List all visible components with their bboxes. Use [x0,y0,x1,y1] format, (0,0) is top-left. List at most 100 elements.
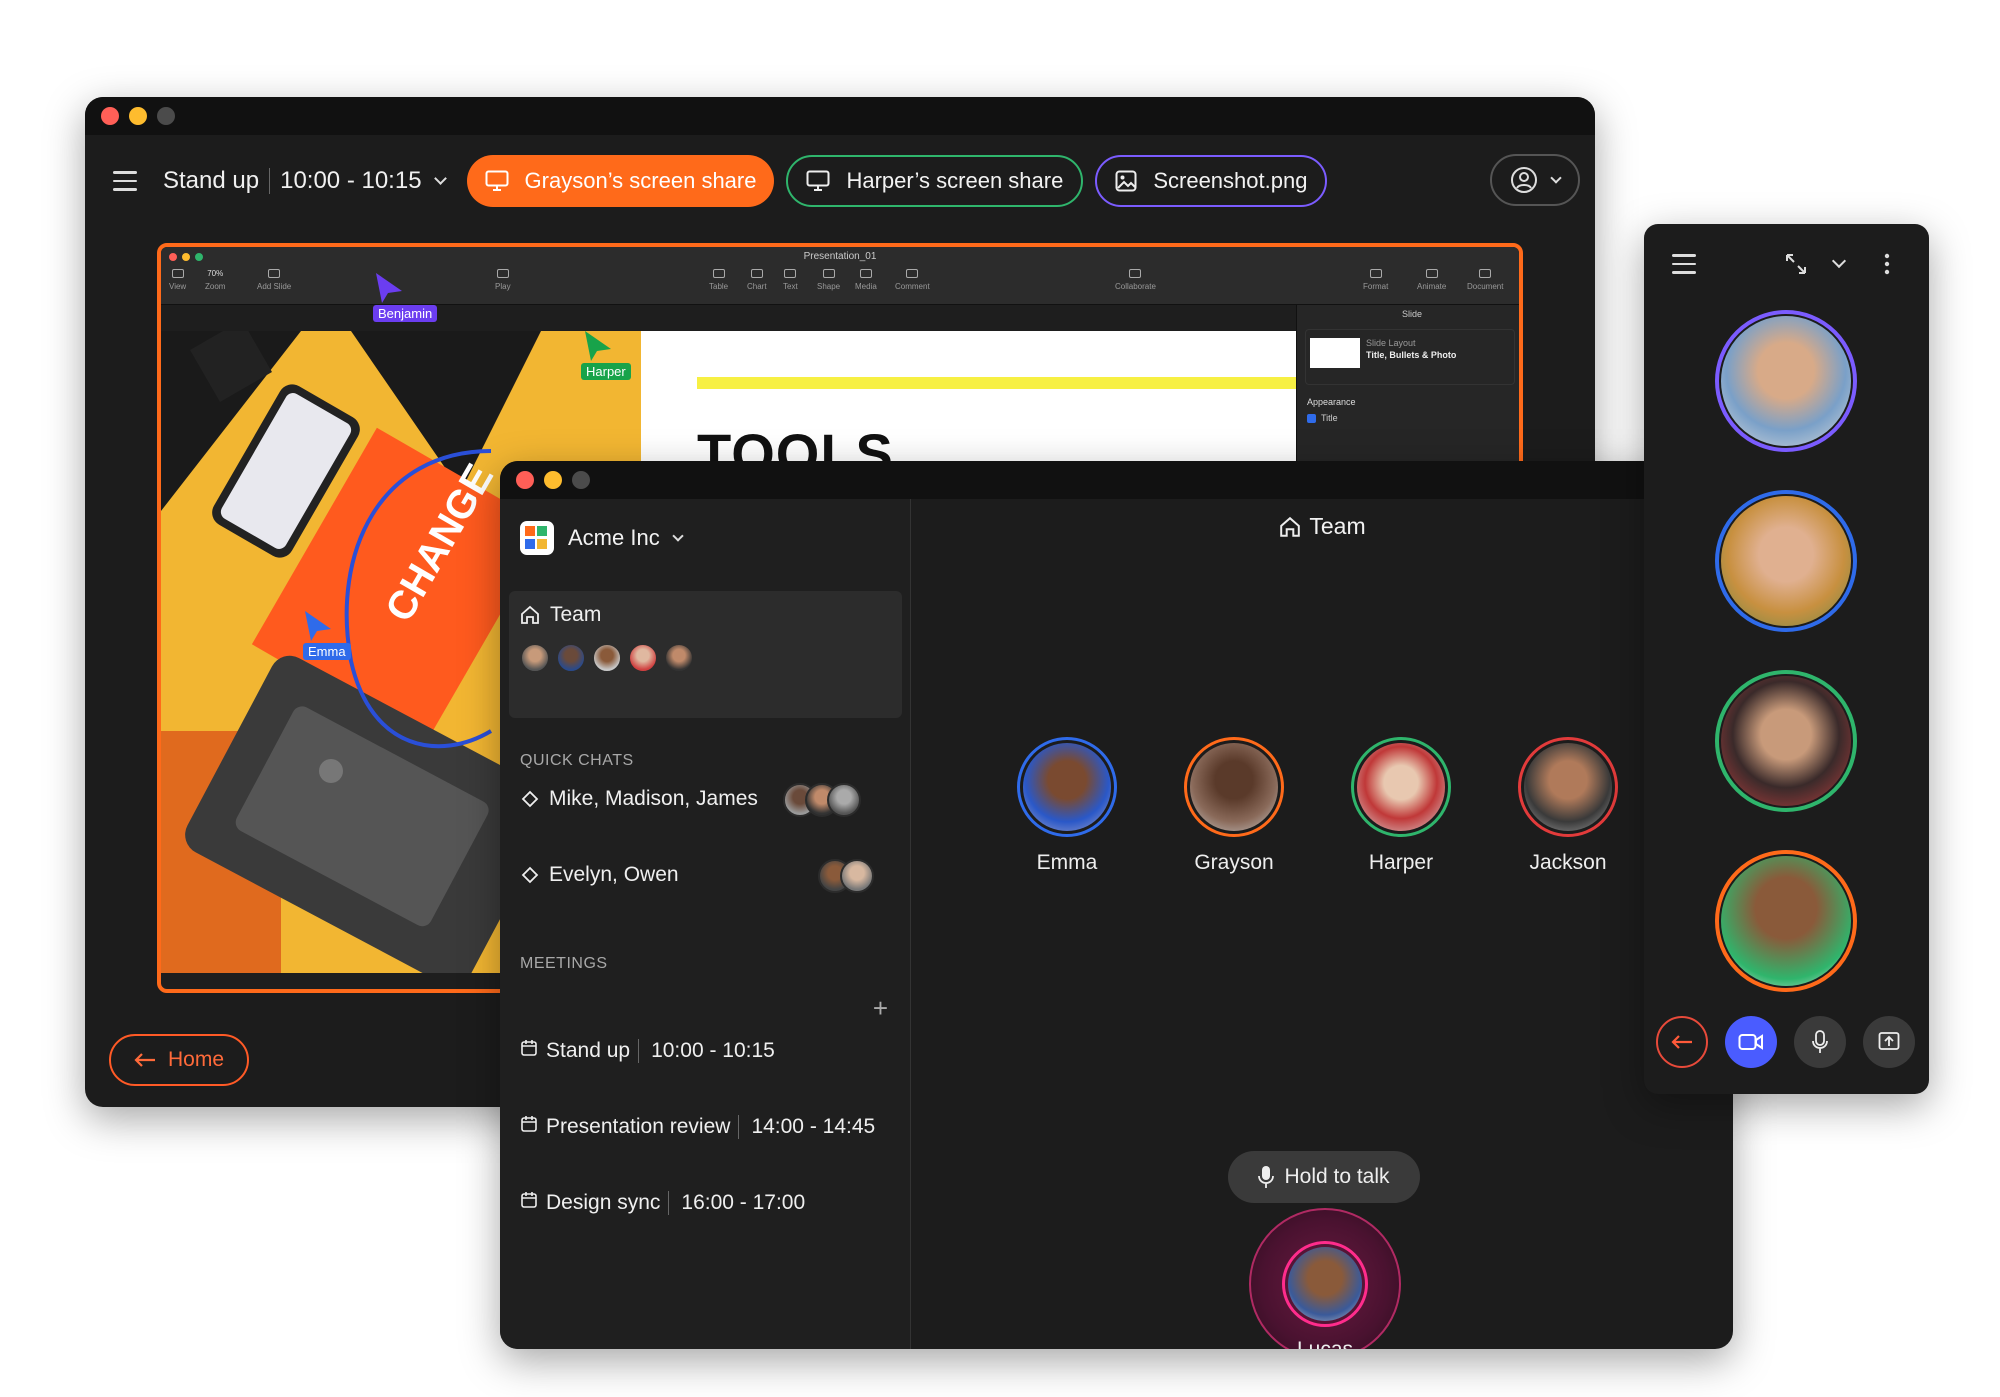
team-avatars [520,643,694,673]
org-name: Acme Inc [568,525,660,550]
add-meeting-icon[interactable]: + [873,993,888,1024]
monitor-icon [806,170,830,191]
close-window-button[interactable] [101,107,119,125]
sidebar: Acme Inc Team QUICK CHATS Mike, Madison,… [500,499,911,1349]
divider [269,168,271,194]
tool-view: View [169,269,186,291]
tool-shape: Shape [817,269,840,291]
quick-chat-avatars [783,783,861,817]
avatar-ring [1184,737,1284,837]
tool-format: Format [1363,269,1388,291]
org-logo [520,521,554,555]
inspector-tab: Slide [1401,309,1422,319]
hold-to-talk-label: Hold to talk [1284,1165,1390,1188]
video-tile[interactable] [1715,850,1857,992]
video-panel-window [1644,224,1929,1094]
team-item: Team [520,603,601,627]
zoom-window-button[interactable] [572,471,590,489]
avatar [1357,743,1445,831]
team-label: Team [550,603,602,626]
quick-chat-label: Evelyn, Owen [549,863,679,886]
diamond-icon [521,790,539,808]
tool-document: Document [1467,269,1503,291]
highlight-bar [697,377,1297,389]
tool-animate: Animate [1417,269,1446,291]
mic-toggle-button[interactable] [1794,1016,1846,1068]
quick-chat-item[interactable]: Mike, Madison, James [521,787,758,811]
close-window-button[interactable] [516,471,534,489]
tool-table: Table [709,269,728,291]
home-label: Home [167,1048,225,1071]
meeting-selector[interactable]: Stand up 10:00 - 10:15 [163,167,447,195]
avatar [664,643,694,673]
tool-text: Text [783,269,798,291]
tool-play: Play [495,269,511,291]
menu-icon[interactable] [1672,254,1696,274]
checkbox-icon [1307,413,1316,423]
home-button[interactable]: Home [109,1034,249,1086]
tool-collaborate: Collaborate [1115,269,1156,291]
divider [738,1115,740,1139]
quick-chat-item[interactable]: Evelyn, Owen [521,863,679,887]
meeting-name: Presentation review [546,1115,731,1138]
menu-icon[interactable] [113,171,137,191]
share-screen-button[interactable] [1863,1016,1915,1068]
grayson-screen-share-tab[interactable]: Grayson’s screen share [466,155,775,207]
arrow-left-icon [1671,1035,1692,1049]
doc-title: Presentation_01 [803,251,877,262]
participant-grayson[interactable]: Grayson [1174,737,1294,875]
quick-chats-heading: QUICK CHATS [520,752,634,769]
tool-add-slide: Add Slide [257,269,291,291]
tool-chart: Chart [747,269,767,291]
profile-menu-button[interactable] [1490,154,1580,206]
keynote-toolbar: Presentation_01 View 70% Zoom Add Slide P… [161,247,1519,305]
screenshot-tab[interactable]: Screenshot.png [1095,155,1328,207]
meeting-item[interactable]: Design sync 16:00 - 17:00 [520,1191,805,1215]
home-icon [1280,516,1301,537]
meeting-item[interactable]: Stand up 10:00 - 10:15 [520,1039,775,1063]
calendar-icon [520,1191,538,1215]
meeting-header: Stand up 10:00 - 10:15 Grayson’s screen … [85,135,1595,227]
more-options-icon[interactable] [1884,252,1890,276]
video-camera-icon [1738,1034,1763,1050]
expand-icon[interactable] [1784,252,1808,276]
avatar [628,643,658,673]
participant-harper[interactable]: Harper [1341,737,1461,875]
chip-label: Screenshot.png [1153,168,1308,193]
minimize-window-button[interactable] [129,107,147,125]
avatar [1721,676,1851,806]
participant-name: Emma [1036,851,1098,874]
meeting-name: Stand up [163,167,260,194]
speaker-name: Lucas [1249,1338,1401,1349]
avatar [1190,743,1278,831]
participant-jackson[interactable]: Jackson [1508,737,1628,875]
chevron-down-icon[interactable] [1831,253,1847,269]
participant-emma[interactable]: Emma [1007,737,1127,875]
cursor-benjamin-icon [376,273,402,303]
harper-screen-share-tab[interactable]: Harper’s screen share [786,155,1084,207]
chevron-down-icon [672,529,684,542]
zoom-window-button[interactable] [157,107,175,125]
avatar [556,643,586,673]
video-tile[interactable] [1715,310,1857,452]
video-tile[interactable] [1715,670,1857,812]
layout-thumbnail [1310,338,1360,368]
meeting-time: 16:00 - 17:00 [681,1191,806,1214]
hold-to-talk-button[interactable]: Hold to talk [1228,1151,1420,1203]
avatar [1023,743,1111,831]
quick-chat-label: Mike, Madison, James [549,787,758,810]
avatar [827,783,861,817]
video-tile[interactable] [1715,490,1857,632]
avatar [1524,743,1612,831]
divider [638,1039,640,1063]
chevron-down-icon [433,172,447,185]
traffic-lights [516,471,590,489]
team-channel[interactable]: Team [509,591,902,718]
arrow-left-icon [134,1053,155,1067]
org-switcher[interactable]: Acme Inc [520,521,684,555]
speaker-avatar-ring[interactable] [1282,1241,1368,1327]
minimize-window-button[interactable] [544,471,562,489]
meeting-item[interactable]: Presentation review 14:00 - 14:45 [520,1115,875,1139]
leave-button[interactable] [1656,1016,1708,1068]
video-toggle-button[interactable] [1725,1016,1777,1068]
